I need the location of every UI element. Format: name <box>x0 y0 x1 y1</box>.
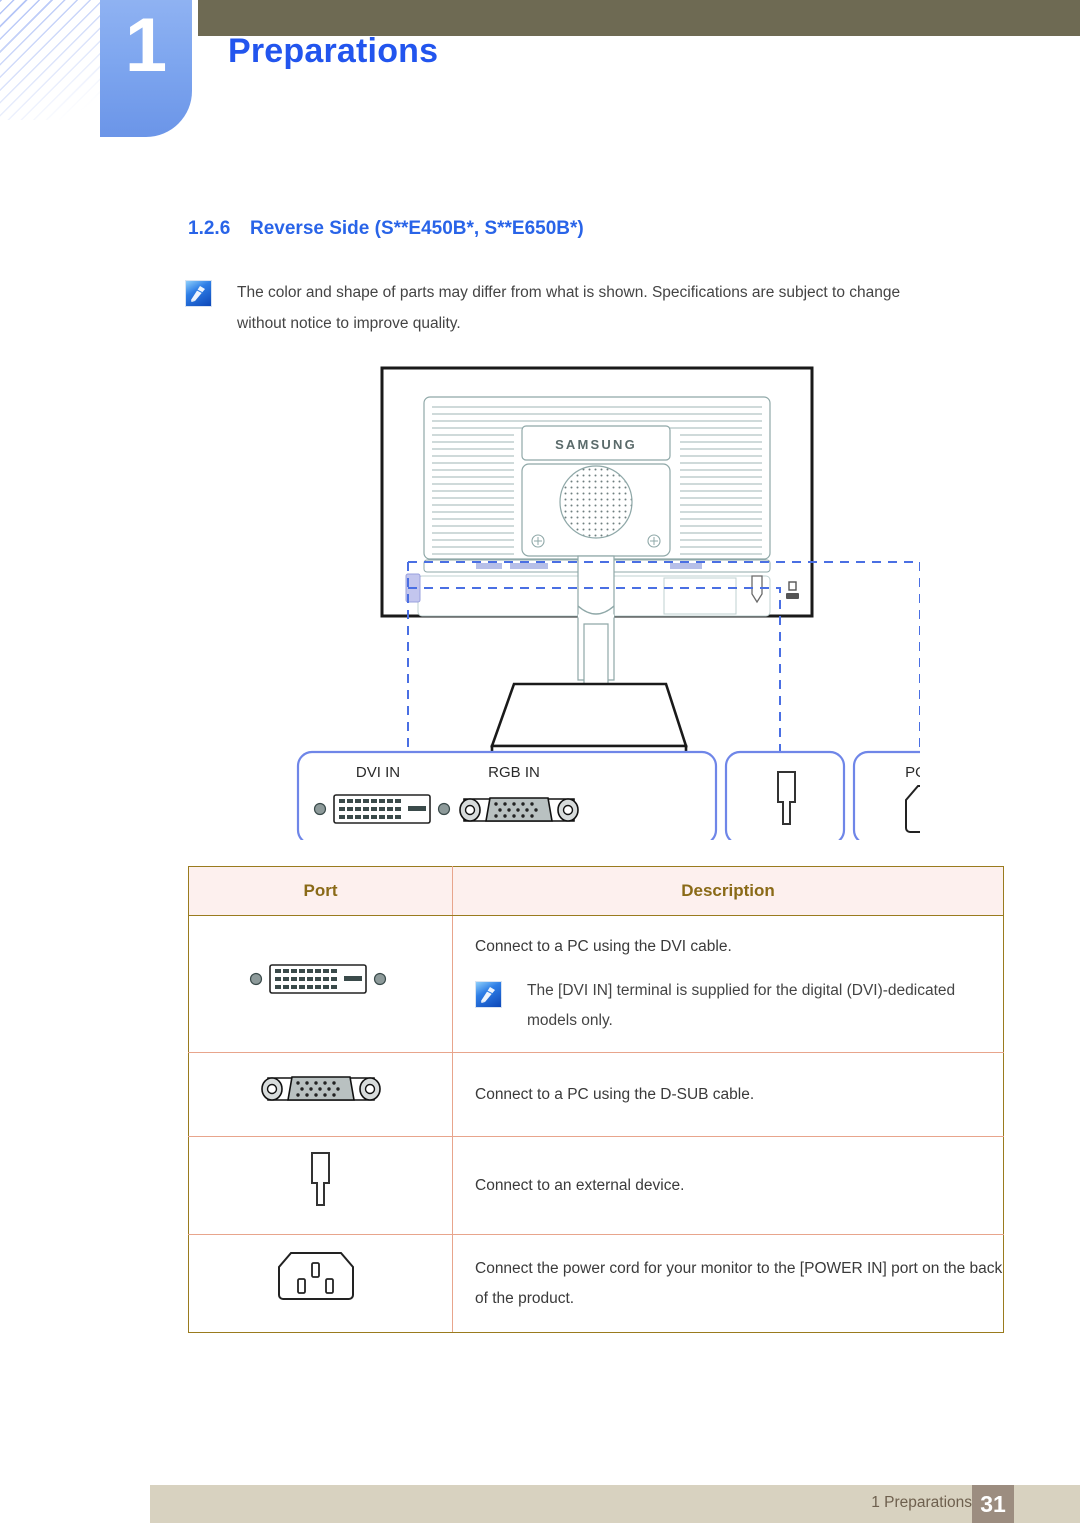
chapter-title: Preparations <box>228 32 439 70</box>
port-cell-power <box>188 1234 453 1333</box>
table-header-row: Port Description <box>188 866 1004 916</box>
section-note-text: The color and shape of parts may differ … <box>237 284 901 332</box>
table-row: Connect to a PC using the DVI cable. The… <box>188 915 1004 1053</box>
callout-label-dvi-in: DVI IN <box>356 764 400 781</box>
table-row: Connect to an external device. <box>188 1136 1004 1235</box>
description-text: Connect to a PC using the D-SUB cable. <box>475 1085 755 1103</box>
headphone-jack-icon <box>310 1152 330 1206</box>
port-cell-dvi <box>188 915 453 1053</box>
port-cell-vga <box>188 1052 453 1137</box>
description-subnote: The [DVI IN] terminal is supplied for th… <box>475 976 1003 1036</box>
footer-label: 1 Preparations <box>871 1494 972 1511</box>
description-text: Connect the power cord for your monitor … <box>475 1259 1003 1307</box>
callout-label-rgb-in: RGB IN <box>488 764 540 781</box>
note-pen-icon <box>185 280 212 307</box>
description-cell-vga: Connect to a PC using the D-SUB cable. <box>452 1052 1004 1137</box>
column-header-port: Port <box>188 866 453 916</box>
port-description-table: Port Description Connect to a PC using t… <box>188 866 1004 1333</box>
monitor-rear-diagram: SAMSUNG DVI IN RGB IN P <box>180 360 920 840</box>
section-heading: 1.2.6 Reverse Side (S**E450B*, S**E650B*) <box>188 218 584 240</box>
description-text: Connect to a PC using the DVI cable. <box>475 938 732 955</box>
vga-port-icon <box>459 797 579 822</box>
corner-hatch-decoration <box>0 0 112 120</box>
vga-port-icon <box>260 1076 381 1101</box>
note-pen-icon <box>475 981 502 1008</box>
page-number-badge: 31 <box>972 1485 1014 1523</box>
samsung-logo-text: SAMSUNG <box>555 437 637 452</box>
dvi-port-icon <box>313 794 451 824</box>
port-cell-headphone <box>188 1136 453 1235</box>
description-cell-dvi: Connect to a PC using the DVI cable. The… <box>452 915 1004 1053</box>
table-row: Connect to a PC using the D-SUB cable. <box>188 1052 1004 1137</box>
section-note: The color and shape of parts may differ … <box>185 277 945 339</box>
section-title-text: Reverse Side (S**E450B*, S**E650B*) <box>250 218 584 239</box>
dvi-port-icon <box>249 963 386 994</box>
description-text: Connect to an external device. <box>475 1176 685 1194</box>
description-cell-headphone: Connect to an external device. <box>452 1136 1004 1235</box>
chapter-number: 1 <box>124 3 168 88</box>
description-cell-power: Connect the power cord for your monitor … <box>452 1234 1004 1333</box>
description-subnote-text: The [DVI IN] terminal is supplied for th… <box>527 982 956 1029</box>
callout-label-power-in: POWER IN <box>905 764 920 781</box>
section-number: 1.2.6 <box>188 218 231 239</box>
column-header-description: Description <box>452 866 1004 916</box>
power-inlet-icon <box>277 1252 354 1300</box>
header-olive-bar <box>198 0 1080 36</box>
chapter-tab: 1 <box>100 0 192 137</box>
table-row: Connect the power cord for your monitor … <box>188 1234 1004 1333</box>
